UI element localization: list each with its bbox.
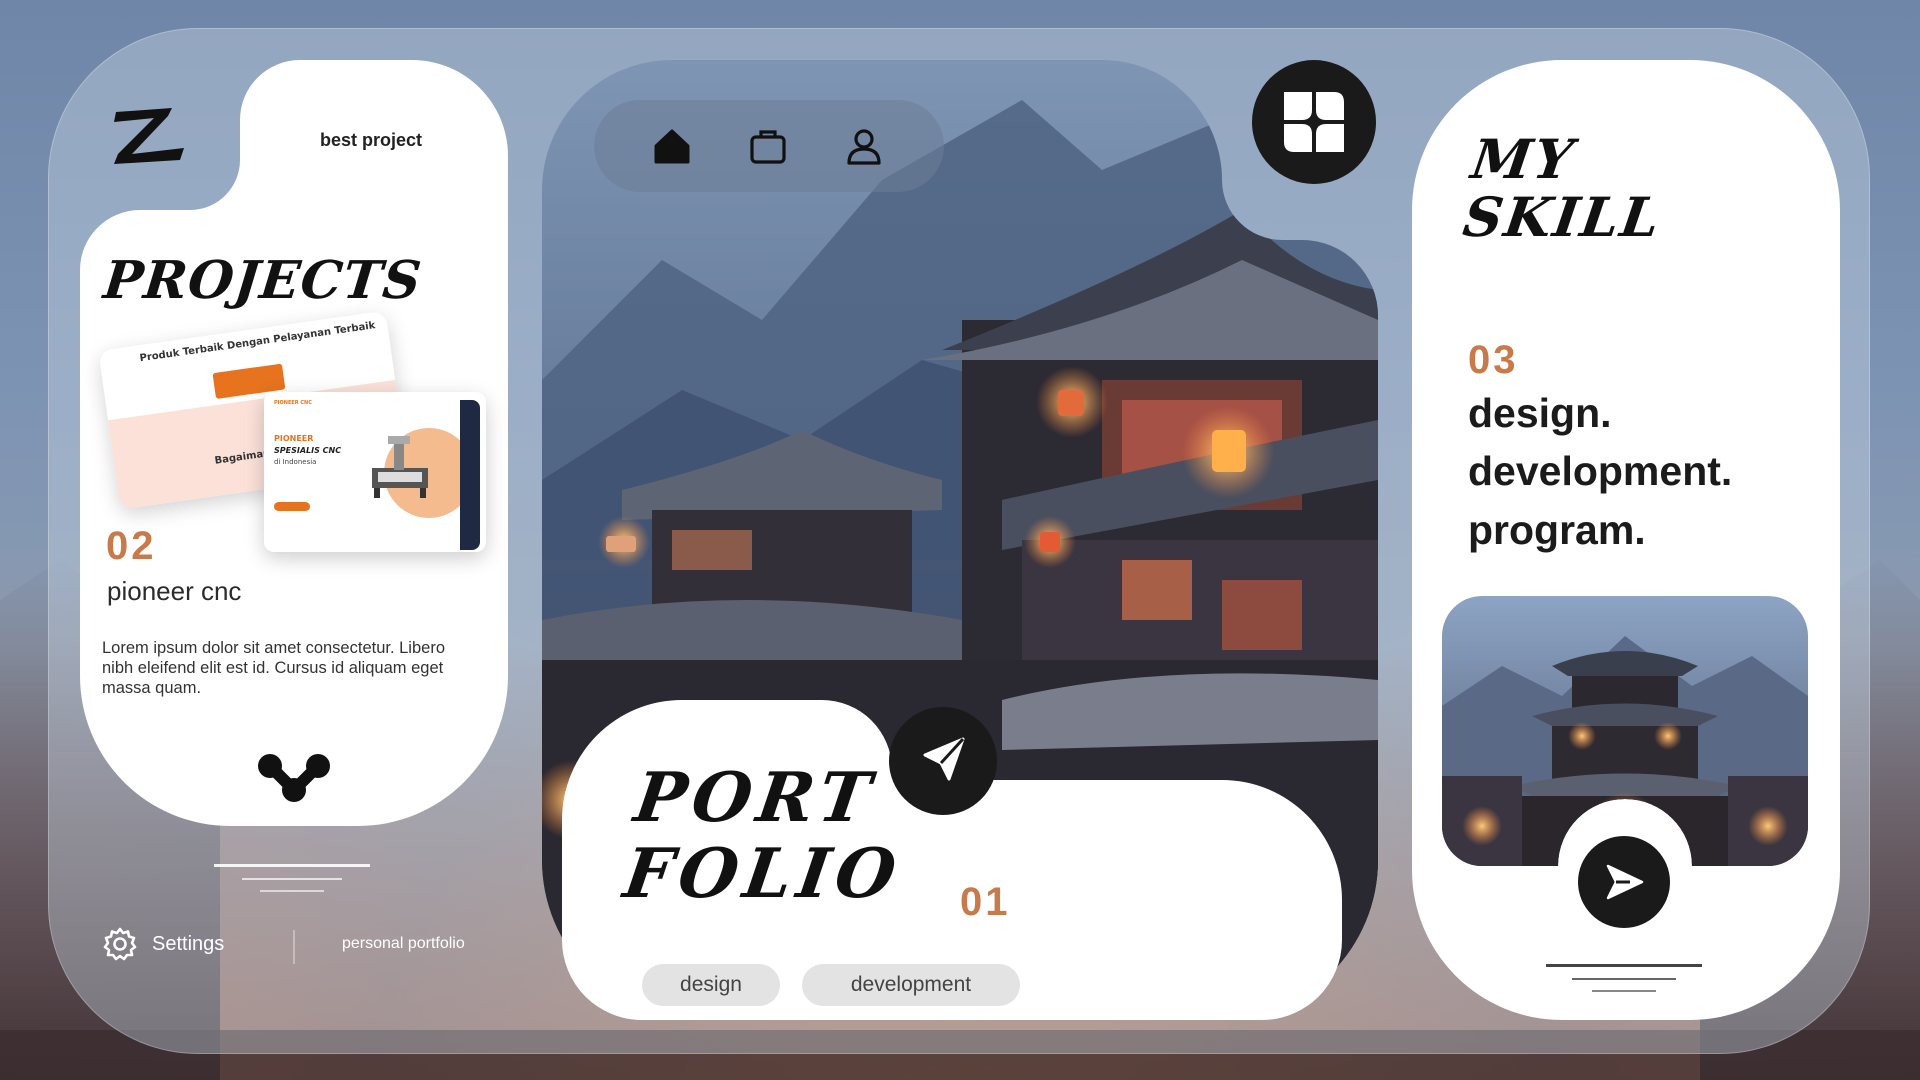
portfolio-card: PORT FOLIO 01 design development <box>542 60 1378 1020</box>
preview-nav-text: PIONEER CNC <box>274 400 312 406</box>
settings-button[interactable]: Settings <box>102 926 224 962</box>
preview-subtitle: SPESIALIS CNC <box>274 446 342 455</box>
project-description: Lorem ipsum dolor sit amet consectetur. … <box>102 639 445 697</box>
preview-title: PIONEER <box>274 434 314 443</box>
skills-send-button[interactable] <box>1578 836 1670 928</box>
preview-caption: di Indonesia <box>274 458 317 466</box>
brand-logo <box>114 108 184 164</box>
send-button[interactable] <box>889 707 997 815</box>
portfolio-title: PORT FOLIO <box>619 758 917 914</box>
temple-thumbnail-image[interactable] <box>1442 596 1808 866</box>
molecule-icon[interactable] <box>256 752 332 804</box>
personal-portfolio-label: personal portfolio <box>342 935 465 952</box>
right-divider-lines <box>1546 964 1702 992</box>
send-arrow-icon <box>1606 864 1644 900</box>
portfolio-title-line1: PORT <box>629 758 882 838</box>
projects-title: PROJECTS <box>100 250 425 311</box>
tag-design[interactable]: design <box>642 964 780 1006</box>
skill-item: design. <box>1468 390 1612 436</box>
tag-development[interactable]: development <box>802 964 1020 1006</box>
skills-title-line2: SKILL <box>1459 185 1666 249</box>
skills-title-line1: MY <box>1467 127 1579 191</box>
portfolio-title-line2: FOLIO <box>619 834 907 914</box>
project-name: pioneer cnc <box>107 576 242 606</box>
portfolio-number: 01 <box>960 880 1011 924</box>
skills-number: 03 <box>1468 338 1519 382</box>
project-number: 02 <box>106 524 157 568</box>
skills-card: MY SKILL 03 design. development. program… <box>1412 60 1840 1020</box>
projects-card: best project PROJECTS Produk Terbaik Den… <box>80 60 508 826</box>
skill-item: development. <box>1468 448 1733 494</box>
preview-cta <box>274 502 310 511</box>
cnc-machine-icon <box>372 436 428 498</box>
best-project-label: best project <box>320 130 423 150</box>
left-divider-lines <box>214 864 370 892</box>
skills-title: MY SKILL <box>1459 127 1673 249</box>
paper-plane-icon <box>923 737 965 781</box>
project-preview-front[interactable]: PIONEER CNC PIONEER SPESIALIS CNC di Ind… <box>264 392 486 552</box>
gear-icon <box>103 927 137 961</box>
skill-item: program. <box>1468 507 1646 553</box>
footer-divider <box>293 930 295 964</box>
preview-dark-edge <box>460 400 480 550</box>
settings-label: Settings <box>152 932 225 955</box>
